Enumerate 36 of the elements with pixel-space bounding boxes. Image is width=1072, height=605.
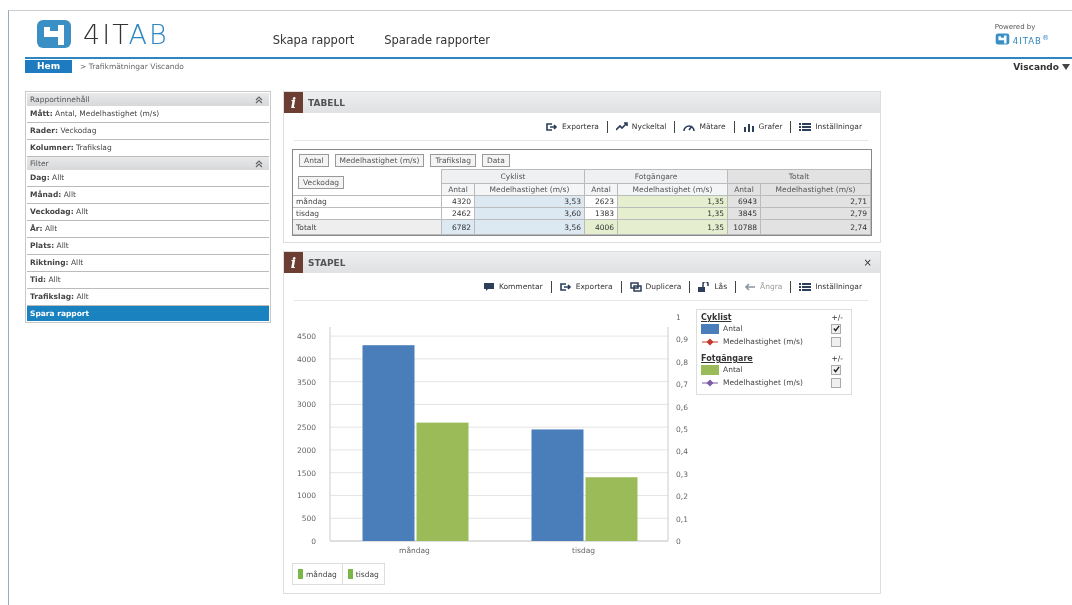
caret-icon — [1062, 63, 1070, 70]
logo-text: 4ITAB — [83, 18, 169, 50]
bar[interactable] — [585, 477, 638, 541]
legend-group-title: Cyklist — [701, 313, 732, 322]
logo-icon — [35, 19, 73, 49]
checkbox[interactable] — [831, 336, 841, 347]
info-icon: i — [284, 252, 303, 273]
trend-icon — [615, 121, 628, 132]
close-button[interactable]: × — [863, 257, 872, 268]
export-icon — [545, 121, 558, 132]
export-icon — [559, 281, 572, 292]
panel-title: STAPEL — [308, 257, 346, 268]
info-icon: i — [284, 92, 303, 113]
nav-link[interactable]: Skapa rapport — [272, 33, 355, 47]
logo-icon — [994, 33, 1010, 45]
bars-icon — [742, 121, 755, 132]
logo-text: 4ITAB$^{®}$ — [1012, 32, 1050, 46]
bar[interactable] — [531, 429, 584, 541]
collapse-icon[interactable] — [255, 159, 263, 168]
panel-title: TABELL — [308, 97, 345, 108]
checkbox[interactable] — [831, 364, 841, 375]
undo-icon — [744, 281, 757, 292]
nav-link[interactable]: Sparade rapporter — [384, 33, 491, 47]
legend-group-title: Fotgängare — [701, 354, 753, 363]
list-icon — [799, 121, 812, 132]
checkbox[interactable] — [831, 323, 841, 334]
duplicate-icon — [629, 281, 642, 292]
home-link[interactable]: Hem — [25, 60, 72, 73]
list-icon — [799, 281, 812, 292]
collapse-icon[interactable] — [255, 95, 263, 104]
comment-icon — [482, 281, 495, 292]
bar[interactable] — [416, 422, 469, 541]
lock-icon — [698, 281, 711, 292]
checkbox[interactable] — [831, 377, 841, 388]
user-menu[interactable]: Viscando — [1013, 61, 1070, 72]
bar[interactable] — [362, 345, 415, 541]
